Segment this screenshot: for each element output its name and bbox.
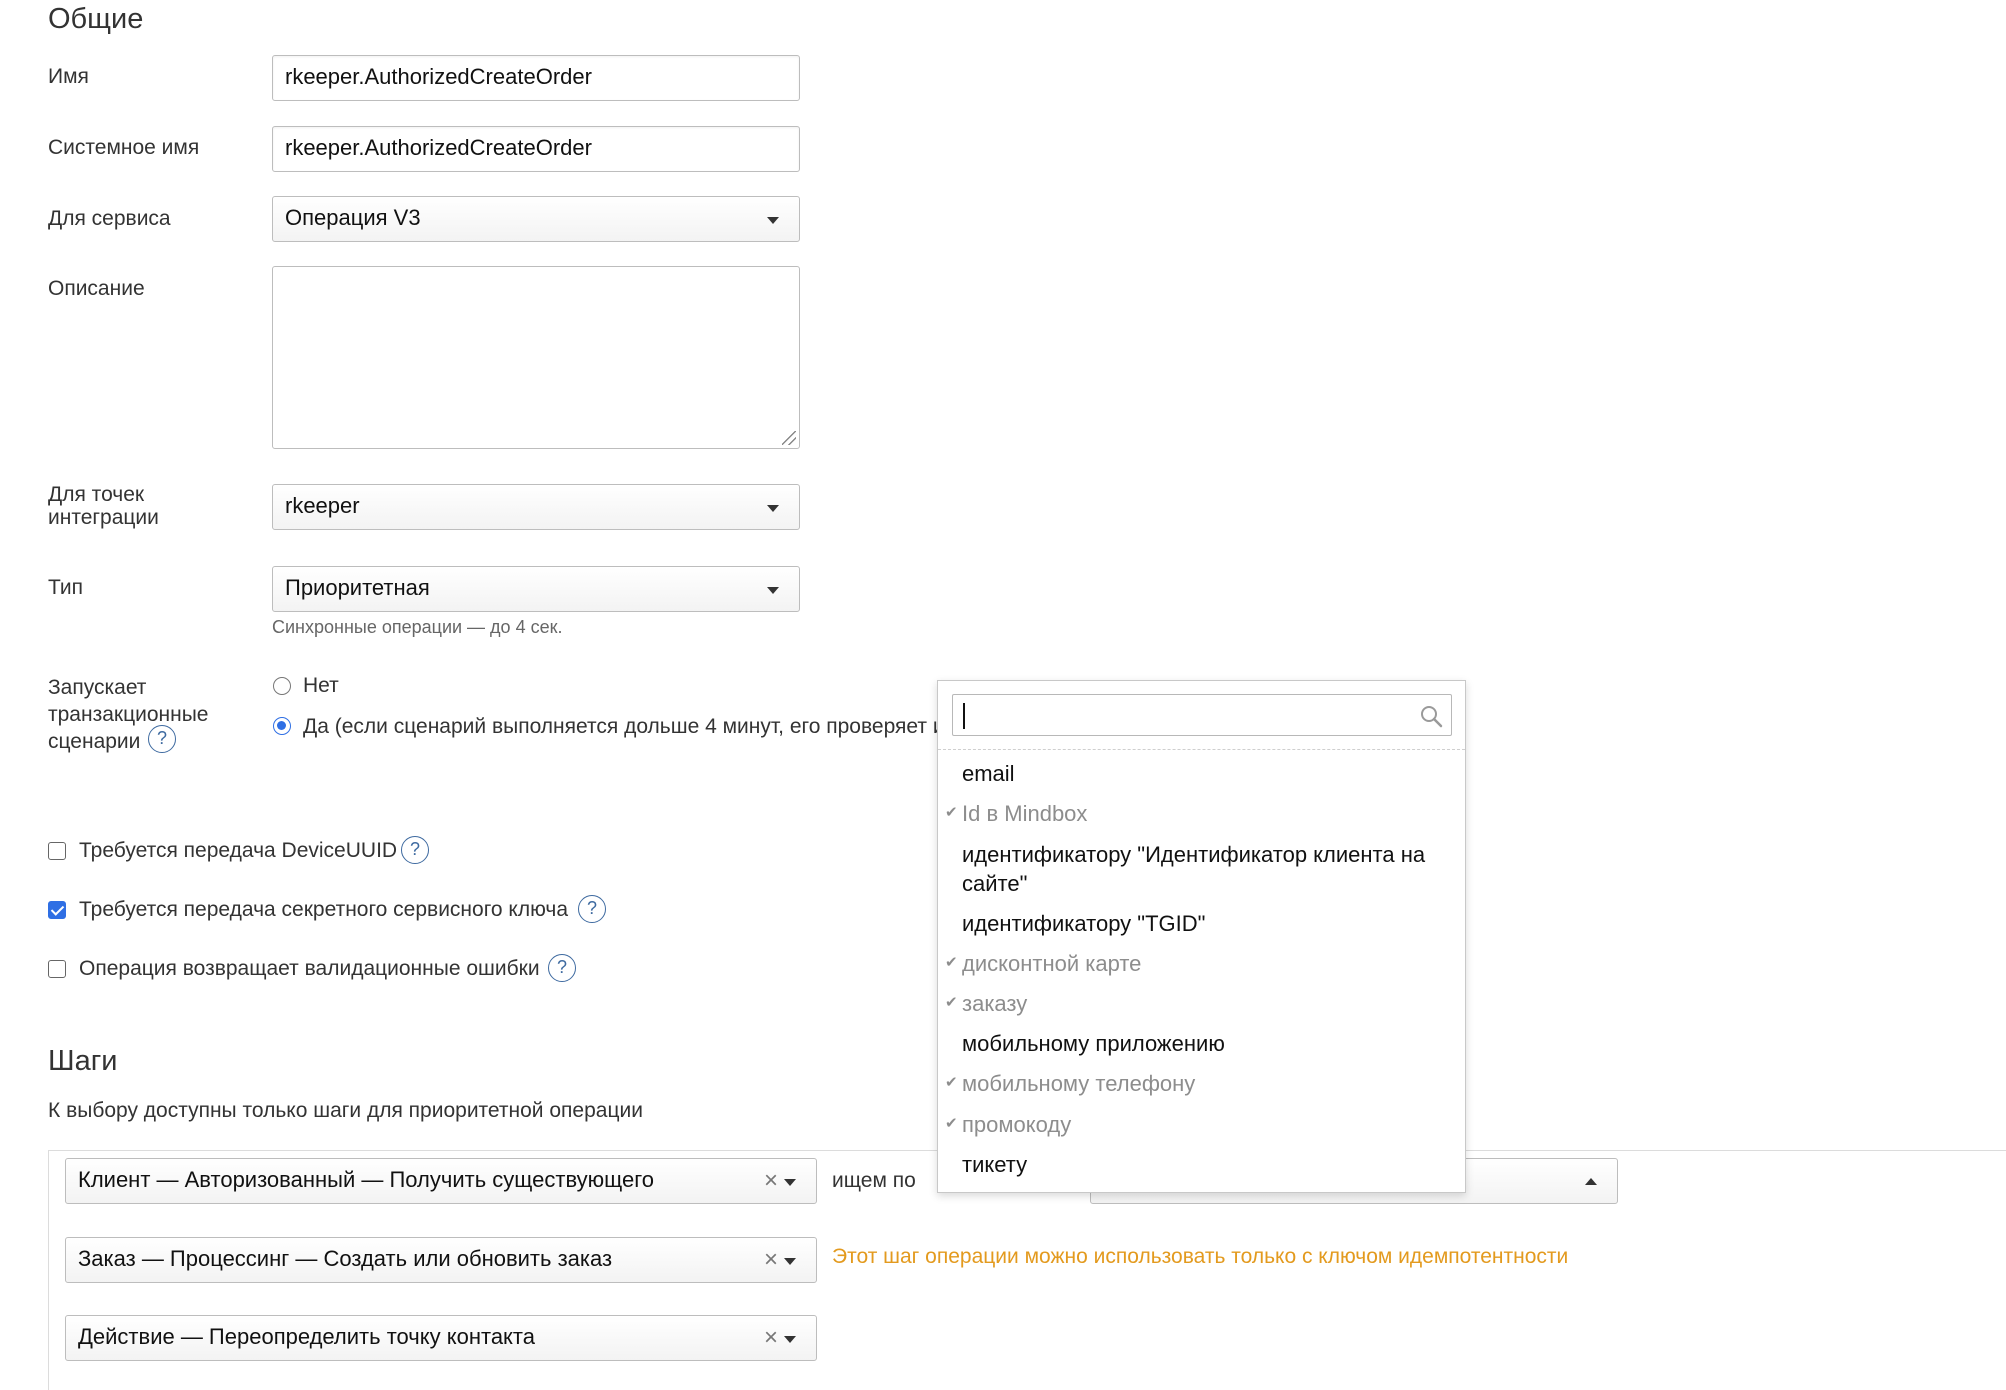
dropdown-option[interactable]: Id в Mindbox (962, 800, 1087, 828)
dropdown-option[interactable]: email (962, 760, 1015, 788)
step-3-value: Действие — Переопределить точку контакта (78, 1324, 535, 1349)
system-name-input[interactable]: rkeeper.AuthorizedCreateOrder (272, 126, 800, 172)
type-select[interactable]: Приоритетная (272, 566, 800, 612)
system-name-label: Системное имя (48, 136, 200, 159)
check-icon: ✔ (945, 954, 958, 971)
help-icon[interactable]: ? (401, 836, 429, 864)
search-by-dropdown: email ✔ Id в Mindbox идентификатору "Иде… (937, 680, 1466, 1193)
check-icon: ✔ (945, 1074, 958, 1091)
text-cursor (963, 703, 965, 729)
name-input[interactable]: rkeeper.AuthorizedCreateOrder (272, 55, 800, 101)
clear-icon[interactable]: × (764, 1325, 778, 1351)
dropdown-option-line2[interactable]: сайте" (962, 870, 1027, 898)
integration-label-line1: Для точек (48, 483, 145, 506)
chevron-down-icon (767, 587, 779, 594)
radio-no-label: Нет (303, 674, 339, 697)
type-hint: Синхронные операции — до 4 сек. (272, 617, 563, 637)
type-select-value: Приоритетная (285, 575, 430, 600)
dropdown-option[interactable]: промокоду (962, 1111, 1071, 1139)
type-label: Тип (48, 576, 84, 599)
dropdown-option[interactable]: заказу (962, 990, 1027, 1018)
chevron-down-icon (784, 1179, 796, 1186)
step-2-warning: Этот шаг операции можно использовать тол… (832, 1245, 1569, 1268)
integration-select-value: rkeeper (285, 493, 360, 518)
checkbox-device-uuid-label: Требуется передача DeviceUUID (79, 839, 398, 862)
step-1-select[interactable]: Клиент — Авторизованный — Получить сущес… (65, 1158, 817, 1204)
dropdown-option[interactable]: идентификатору "TGID" (962, 910, 1205, 938)
checkbox-secret-key-label: Требуется передача секретного сервисного… (79, 898, 568, 921)
radio-yes[interactable] (273, 717, 291, 735)
checkbox-device-uuid[interactable] (48, 842, 66, 860)
radio-yes-label: Да (если сценарий выполняется дольше 4 м… (303, 715, 945, 738)
search-icon (1421, 706, 1443, 728)
section-heading-steps: Шаги (48, 1045, 118, 1077)
service-select-value: Операция V3 (285, 205, 421, 230)
triggers-label-line3: сценарии (48, 730, 141, 753)
dropdown-option[interactable]: идентификатору "Идентификатор клиента на (962, 841, 1425, 869)
checkbox-secret-key[interactable] (48, 901, 66, 919)
description-label: Описание (48, 277, 145, 300)
chevron-down-icon (784, 1258, 796, 1265)
triggers-label-line1: Запускает (48, 676, 147, 699)
help-icon[interactable]: ? (578, 895, 606, 923)
service-select[interactable]: Операция V3 (272, 196, 800, 242)
chevron-down-icon (784, 1336, 796, 1343)
step-3-select[interactable]: Действие — Переопределить точку контакта… (65, 1315, 817, 1361)
step-1-value: Клиент — Авторизованный — Получить сущес… (78, 1167, 655, 1192)
dropdown-option[interactable]: дисконтной карте (962, 950, 1141, 978)
steps-subtitle: К выбору доступны только шаги для приори… (48, 1099, 643, 1122)
chevron-up-icon (1585, 1178, 1597, 1185)
name-label: Имя (48, 65, 89, 88)
dropdown-separator (938, 749, 1465, 750)
service-label: Для сервиса (48, 207, 171, 230)
check-icon: ✔ (945, 994, 958, 1011)
clear-icon[interactable]: × (764, 1168, 778, 1194)
radio-no[interactable] (273, 677, 291, 695)
triggers-label-line2: транзакционные (48, 703, 209, 726)
step-2-value: Заказ — Процессинг — Создать или обновит… (78, 1246, 613, 1271)
resize-handle-icon[interactable] (782, 431, 796, 445)
help-icon[interactable]: ? (548, 954, 576, 982)
dropdown-option[interactable]: мобильному телефону (962, 1070, 1195, 1098)
chevron-down-icon (767, 505, 779, 512)
check-icon: ✔ (945, 1115, 958, 1132)
section-heading-general: Общие (48, 3, 144, 35)
chevron-down-icon (767, 217, 779, 224)
dropdown-search-input[interactable] (952, 694, 1452, 736)
integration-select[interactable]: rkeeper (272, 484, 800, 530)
checkbox-validation-errors-label: Операция возвращает валидационные ошибки (79, 957, 540, 980)
checkbox-validation-errors[interactable] (48, 960, 66, 978)
clear-icon[interactable]: × (764, 1247, 778, 1273)
description-textarea[interactable] (272, 266, 800, 449)
dropdown-option[interactable]: мобильному приложению (962, 1030, 1225, 1058)
step-2-select[interactable]: Заказ — Процессинг — Создать или обновит… (65, 1237, 817, 1283)
integration-label-line2: интеграции (48, 506, 159, 529)
help-icon[interactable]: ? (148, 725, 176, 753)
search-by-label: ищем по (832, 1169, 916, 1192)
check-icon: ✔ (945, 804, 958, 821)
dropdown-option[interactable]: тикету (962, 1151, 1027, 1179)
